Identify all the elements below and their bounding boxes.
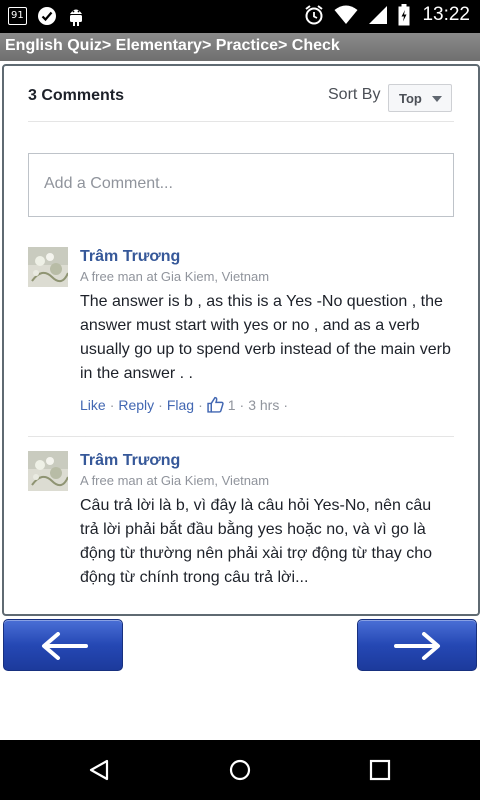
comment-text: The answer is b , as this is a Yes -No q…	[80, 293, 451, 382]
sort-dropdown[interactable]: Top	[388, 84, 452, 112]
comment-placeholder: Add a Comment...	[44, 175, 173, 192]
android-icon	[69, 9, 82, 26]
add-comment-input[interactable]: Add a Comment...	[28, 153, 454, 217]
thumbs-up-icon	[207, 396, 224, 413]
likes-count: 1	[227, 396, 236, 413]
separator: ·	[158, 396, 163, 413]
avatar[interactable]	[28, 247, 68, 287]
comment-actions: Like · Reply · Flag · 1 · 3 hrs ·	[80, 396, 454, 413]
reply-link[interactable]: Reply	[118, 397, 154, 413]
breadcrumb: English Quiz> Elementary> Practice> Chec…	[5, 37, 340, 54]
comment-time: 3 hrs	[248, 396, 280, 413]
clock: 13:22	[422, 4, 470, 25]
sort-value: Top	[399, 91, 422, 106]
alarm-icon	[305, 5, 324, 25]
comment-text: Câu trả lời là b, vì đây là câu hỏi Yes-…	[80, 497, 432, 586]
arrow-right-icon	[394, 632, 440, 660]
battery-icon	[398, 4, 410, 26]
separator: ·	[198, 396, 203, 413]
system-nav-bar	[0, 740, 480, 800]
comments-panel: 3 Comments Sort By Top Add a Comment... …	[2, 64, 480, 616]
flag-link[interactable]: Flag	[167, 397, 194, 413]
avatar[interactable]	[28, 451, 68, 491]
comment-author-info: A free man at Gia Kiem, Vietnam	[80, 269, 270, 284]
status-bar: 91 13:22	[0, 0, 480, 33]
comment-author[interactable]: Trâm Trương	[80, 451, 454, 471]
notification-count-icon: 91	[8, 7, 27, 25]
wifi-icon	[334, 5, 358, 24]
check-circle-icon	[37, 7, 56, 25]
separator: ·	[283, 396, 288, 413]
next-button[interactable]	[357, 619, 477, 671]
home-icon[interactable]	[228, 758, 252, 782]
separator: ·	[239, 396, 245, 413]
comments-count: 3 Comments	[28, 87, 125, 104]
separator: ·	[109, 396, 115, 413]
previous-button[interactable]	[3, 619, 123, 671]
signal-icon	[369, 6, 388, 24]
comment-author[interactable]: Trâm Trương	[80, 247, 454, 267]
comments-header: 3 Comments Sort By Top	[28, 84, 454, 120]
divider	[28, 121, 454, 122]
sort-label: Sort By	[328, 86, 381, 103]
caret-down-icon	[432, 96, 442, 102]
title-bar: English Quiz> Elementary> Practice> Chec…	[0, 33, 480, 61]
recent-apps-icon[interactable]	[369, 758, 391, 782]
back-icon[interactable]	[87, 758, 111, 782]
divider	[28, 436, 454, 437]
arrow-left-icon	[42, 632, 88, 660]
comment-author-info: A free man at Gia Kiem, Vietnam	[80, 473, 270, 488]
like-link[interactable]: Like	[80, 397, 106, 413]
